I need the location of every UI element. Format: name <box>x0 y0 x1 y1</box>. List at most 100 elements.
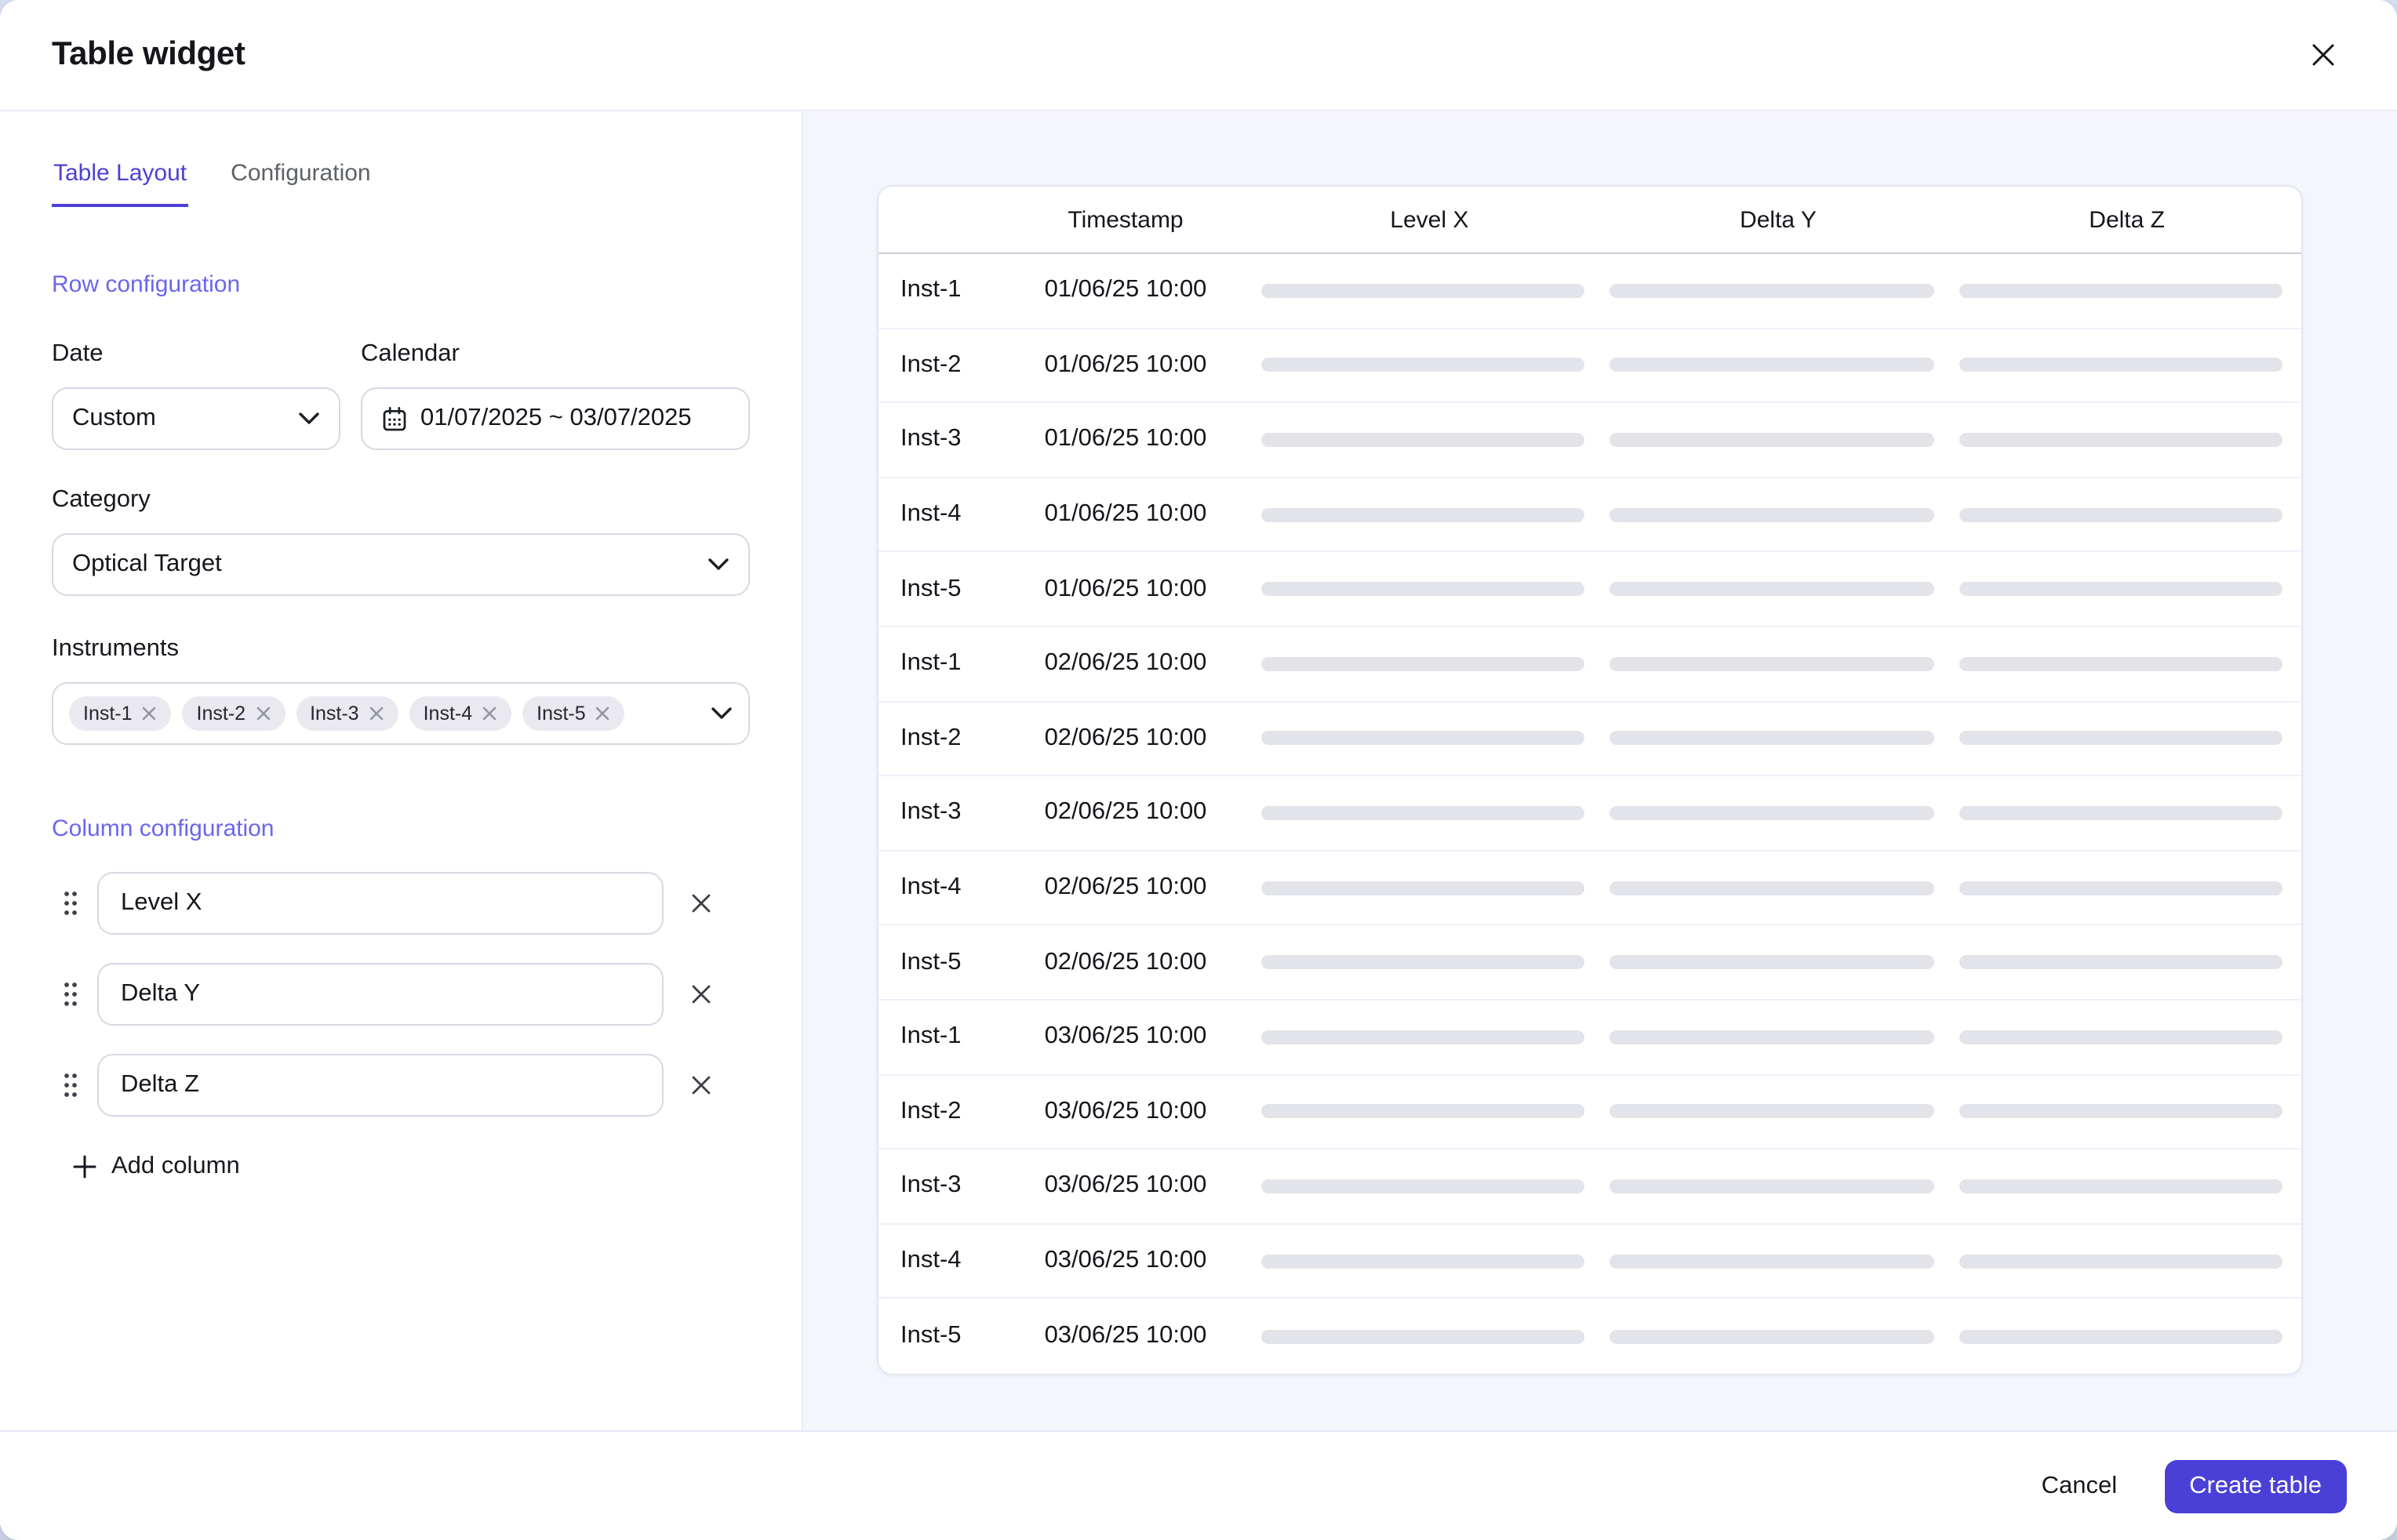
chip-remove-icon[interactable] <box>255 706 271 721</box>
instrument-chip[interactable]: Inst-4 <box>409 696 512 731</box>
placeholder-bar <box>1610 432 1934 447</box>
placeholder-bar <box>1610 881 1934 895</box>
placeholder-bar <box>1959 1030 2282 1044</box>
drag-handle[interactable] <box>52 980 97 1008</box>
row-timestamp: 02/06/25 10:00 <box>1044 649 1207 677</box>
placeholder-bar <box>1959 1254 2282 1269</box>
plus-icon <box>72 1154 97 1179</box>
instruments-label: Instruments <box>52 635 179 662</box>
chip-remove-icon[interactable] <box>482 706 497 721</box>
instrument-chip[interactable]: Inst-2 <box>182 696 286 731</box>
header-col-3: Delta Z <box>2089 206 2165 233</box>
table-row: Inst-1 02/06/25 10:00 <box>878 627 2301 703</box>
table-widget-dialog: Table widget Table Layout Configuration … <box>0 0 2397 1540</box>
row-timestamp: 01/06/25 10:00 <box>1044 350 1207 378</box>
x-icon <box>690 1074 712 1096</box>
placeholder-bar <box>1959 283 2282 298</box>
table-row: Inst-4 02/06/25 10:00 <box>878 852 2301 926</box>
chip-label: Inst-3 <box>310 703 359 725</box>
row-instrument: Inst-5 <box>900 948 962 975</box>
column-name-input[interactable] <box>97 963 664 1026</box>
placeholder-bar <box>1261 1179 1585 1193</box>
placeholder-bar <box>1959 1179 2282 1193</box>
date-calendar-row: Date Custom Calendar 01/07/2025 ~ 03/07/… <box>52 339 750 450</box>
drag-handle[interactable] <box>52 889 97 917</box>
placeholder-bar <box>1261 432 1585 447</box>
placeholder-bar <box>1610 582 1934 597</box>
instrument-chip[interactable]: Inst-5 <box>522 696 625 731</box>
remove-column-button[interactable] <box>682 975 720 1013</box>
row-instrument: Inst-1 <box>900 276 962 303</box>
placeholder-bar <box>1959 805 2282 820</box>
chip-label: Inst-1 <box>83 703 133 725</box>
placeholder-bar <box>1610 731 1934 746</box>
row-timestamp: 01/06/25 10:00 <box>1044 575 1207 602</box>
row-instrument: Inst-4 <box>900 874 962 901</box>
table-row: Inst-4 03/06/25 10:00 <box>878 1224 2301 1299</box>
column-name-input[interactable] <box>97 872 664 935</box>
row-configuration-label: Row configuration <box>52 271 241 298</box>
row-instrument: Inst-4 <box>900 1247 962 1274</box>
category-select[interactable]: Optical Target <box>52 533 750 596</box>
placeholder-bar <box>1959 507 2282 522</box>
tab-table-layout[interactable]: Table Layout <box>52 158 189 207</box>
row-timestamp: 03/06/25 10:00 <box>1044 1322 1207 1349</box>
table-row: Inst-4 01/06/25 10:00 <box>878 478 2301 553</box>
instrument-chip[interactable]: Inst-3 <box>296 696 398 731</box>
placeholder-bar <box>1959 1104 2282 1119</box>
row-timestamp: 03/06/25 10:00 <box>1044 1097 1207 1124</box>
dialog-footer: Cancel Create table <box>0 1430 2397 1540</box>
column-rows <box>52 872 750 1117</box>
config-panel: Table Layout Configuration Row configura… <box>0 111 803 1430</box>
row-timestamp: 03/06/25 10:00 <box>1044 1247 1207 1274</box>
preview-table-body: Inst-1 01/06/25 10:00 Inst-2 01/06/25 10… <box>878 254 2301 1374</box>
chevron-down-icon <box>298 412 320 425</box>
chip-remove-icon[interactable] <box>595 706 611 721</box>
row-instrument: Inst-3 <box>900 798 962 826</box>
instrument-chip[interactable]: Inst-1 <box>69 696 172 731</box>
row-instrument: Inst-2 <box>900 724 962 751</box>
placeholder-bar <box>1959 358 2282 372</box>
table-row: Inst-2 02/06/25 10:00 <box>878 702 2301 777</box>
placeholder-bar <box>1959 731 2282 746</box>
calendar-icon <box>381 405 408 432</box>
add-column-button[interactable]: Add column <box>72 1153 240 1181</box>
date-select[interactable]: Custom <box>52 387 340 450</box>
table-preview-area: Timestamp Level X Delta Y Delta Z Inst-1… <box>803 111 2397 1430</box>
chip-remove-icon[interactable] <box>142 706 158 721</box>
create-table-button[interactable]: Create table <box>2164 1459 2347 1513</box>
chip-remove-icon[interactable] <box>369 706 384 721</box>
instruments-field-group: Instruments Inst-1 Inst-2 Inst-3 Inst-4 … <box>52 634 750 745</box>
placeholder-bar <box>1959 955 2282 970</box>
calendar-input[interactable]: 01/07/2025 ~ 03/07/2025 <box>361 387 750 450</box>
placeholder-bar <box>1610 283 1934 298</box>
column-name-input[interactable] <box>97 1054 664 1117</box>
placeholder-bar <box>1959 582 2282 597</box>
table-row: Inst-5 01/06/25 10:00 <box>878 553 2301 627</box>
chevron-down-icon <box>707 558 729 571</box>
close-button[interactable] <box>2300 31 2347 78</box>
add-column-label: Add column <box>111 1153 240 1179</box>
tab-configuration[interactable]: Configuration <box>229 158 372 207</box>
remove-column-button[interactable] <box>682 1066 720 1104</box>
drag-handle[interactable] <box>52 1071 97 1099</box>
row-timestamp: 02/06/25 10:00 <box>1044 798 1207 826</box>
placeholder-bar <box>1610 1254 1934 1269</box>
date-label: Date <box>52 340 104 367</box>
cancel-button[interactable]: Cancel <box>2042 1472 2118 1500</box>
row-timestamp: 02/06/25 10:00 <box>1044 874 1207 901</box>
placeholder-bar <box>1261 1030 1585 1044</box>
instruments-multiselect[interactable]: Inst-1 Inst-2 Inst-3 Inst-4 Inst-5 <box>52 682 750 745</box>
instrument-chips: Inst-1 Inst-2 Inst-3 Inst-4 Inst-5 <box>69 696 700 731</box>
dialog-body: Table Layout Configuration Row configura… <box>0 111 2397 1430</box>
placeholder-bar <box>1261 358 1585 372</box>
remove-column-button[interactable] <box>682 884 720 922</box>
table-row: Inst-5 02/06/25 10:00 <box>878 926 2301 1001</box>
placeholder-bar <box>1261 881 1585 895</box>
dialog-title: Table widget <box>52 36 246 72</box>
row-instrument: Inst-2 <box>900 1097 962 1124</box>
placeholder-bar <box>1261 955 1585 970</box>
placeholder-bar <box>1261 507 1585 522</box>
table-row: Inst-5 03/06/25 10:00 <box>878 1299 2301 1374</box>
table-row: Inst-1 01/06/25 10:00 <box>878 254 2301 329</box>
